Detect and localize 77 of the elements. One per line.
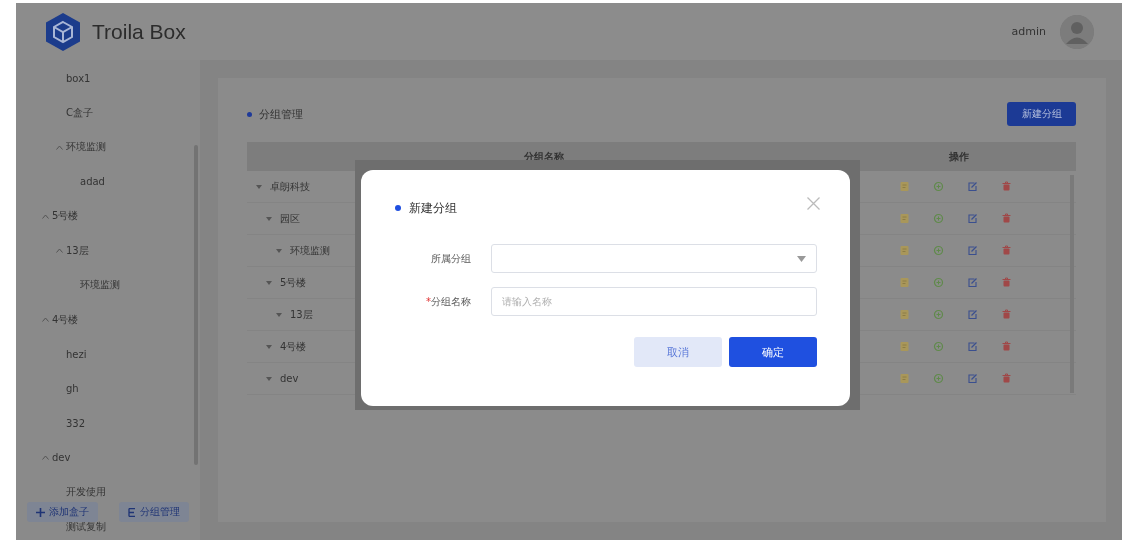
tree-item[interactable]: hezi <box>66 348 87 360</box>
add-box-button[interactable]: 添加盒子 <box>27 502 98 522</box>
note-icon[interactable] <box>899 373 910 384</box>
group-name: 4号楼 <box>280 339 307 354</box>
title-dot-icon <box>247 111 252 117</box>
dialog-title: 新建分组 <box>409 199 457 217</box>
group-name: 5号楼 <box>280 275 307 290</box>
collapse-caret-icon[interactable] <box>276 248 285 253</box>
app-name: Troila Box <box>92 19 186 44</box>
edit-icon[interactable] <box>967 213 978 224</box>
group-name: dev <box>280 373 299 384</box>
group-name: 环境监测 <box>290 243 330 258</box>
add-circle-icon[interactable] <box>933 181 944 192</box>
note-icon[interactable] <box>899 277 910 288</box>
add-circle-icon[interactable] <box>933 309 944 320</box>
list-icon <box>128 507 136 517</box>
field-label: *分组名称 <box>425 294 472 309</box>
collapse-caret-icon[interactable] <box>276 312 285 317</box>
tree-item[interactable]: 4号楼 <box>52 312 79 327</box>
input-field[interactable]: 请输入名称 <box>491 287 817 316</box>
title-dot-icon <box>395 205 401 211</box>
confirm-button[interactable]: 确定 <box>729 337 817 367</box>
edit-icon[interactable] <box>967 341 978 352</box>
close-icon[interactable] <box>807 197 820 210</box>
collapse-caret-icon[interactable] <box>266 216 275 221</box>
add-circle-icon[interactable] <box>933 213 944 224</box>
tree-item[interactable]: 13层 <box>66 243 89 258</box>
field-label: 所属分组 <box>430 251 472 266</box>
trash-icon[interactable] <box>1001 309 1012 320</box>
group-name: 13层 <box>290 307 313 322</box>
edit-icon[interactable] <box>967 373 978 384</box>
group-name: 园区 <box>280 211 300 226</box>
tree-item[interactable]: gh <box>66 383 79 395</box>
section-title: 分组管理 <box>259 106 303 122</box>
tree-item[interactable]: C盒子 <box>66 105 93 120</box>
tree-item[interactable]: 332 <box>66 417 86 429</box>
collapse-caret-icon[interactable] <box>266 344 275 349</box>
note-icon[interactable] <box>899 213 910 224</box>
user-name: admin <box>1011 25 1046 38</box>
cancel-button[interactable]: 取消 <box>634 337 722 367</box>
group-name: 卓朗科技 <box>270 179 310 194</box>
add-circle-icon[interactable] <box>933 245 944 256</box>
new-group-button[interactable]: 新建分组 <box>1007 102 1076 126</box>
trash-icon[interactable] <box>1001 373 1012 384</box>
collapse-caret-icon[interactable] <box>266 280 275 285</box>
note-icon[interactable] <box>899 181 910 192</box>
collapse-caret-icon[interactable] <box>256 184 265 189</box>
edit-icon[interactable] <box>967 309 978 320</box>
add-circle-icon[interactable] <box>933 277 944 288</box>
tree-item[interactable]: adad <box>80 176 105 188</box>
select-field[interactable] <box>491 244 817 273</box>
edit-icon[interactable] <box>967 245 978 256</box>
tree-item[interactable]: 测试复制 <box>66 519 106 534</box>
note-icon[interactable] <box>899 341 910 352</box>
tree-item[interactable]: 环境监测 <box>66 140 106 155</box>
add-circle-icon[interactable] <box>933 341 944 352</box>
edit-icon[interactable] <box>967 277 978 288</box>
tree-item[interactable]: box1 <box>66 72 91 84</box>
tree-item[interactable]: dev <box>52 452 71 464</box>
collapse-caret-icon[interactable] <box>266 376 275 381</box>
trash-icon[interactable] <box>1001 277 1012 288</box>
trash-icon[interactable] <box>1001 245 1012 256</box>
trash-icon[interactable] <box>1001 213 1012 224</box>
tree-item[interactable]: 5号楼 <box>52 209 79 224</box>
note-icon[interactable] <box>899 309 910 320</box>
tree-item[interactable]: 开发使用 <box>66 485 106 500</box>
logo-icon <box>44 11 82 52</box>
plus-icon <box>36 507 45 517</box>
tree-item[interactable]: 环境监测 <box>80 278 120 293</box>
edit-icon[interactable] <box>967 181 978 192</box>
trash-icon[interactable] <box>1001 181 1012 192</box>
group-manage-button[interactable]: 分组管理 <box>119 502 189 522</box>
trash-icon[interactable] <box>1001 341 1012 352</box>
column-header: 操作 <box>947 149 970 164</box>
note-icon[interactable] <box>899 245 910 256</box>
dropdown-caret-icon <box>797 255 806 262</box>
add-circle-icon[interactable] <box>933 373 944 384</box>
